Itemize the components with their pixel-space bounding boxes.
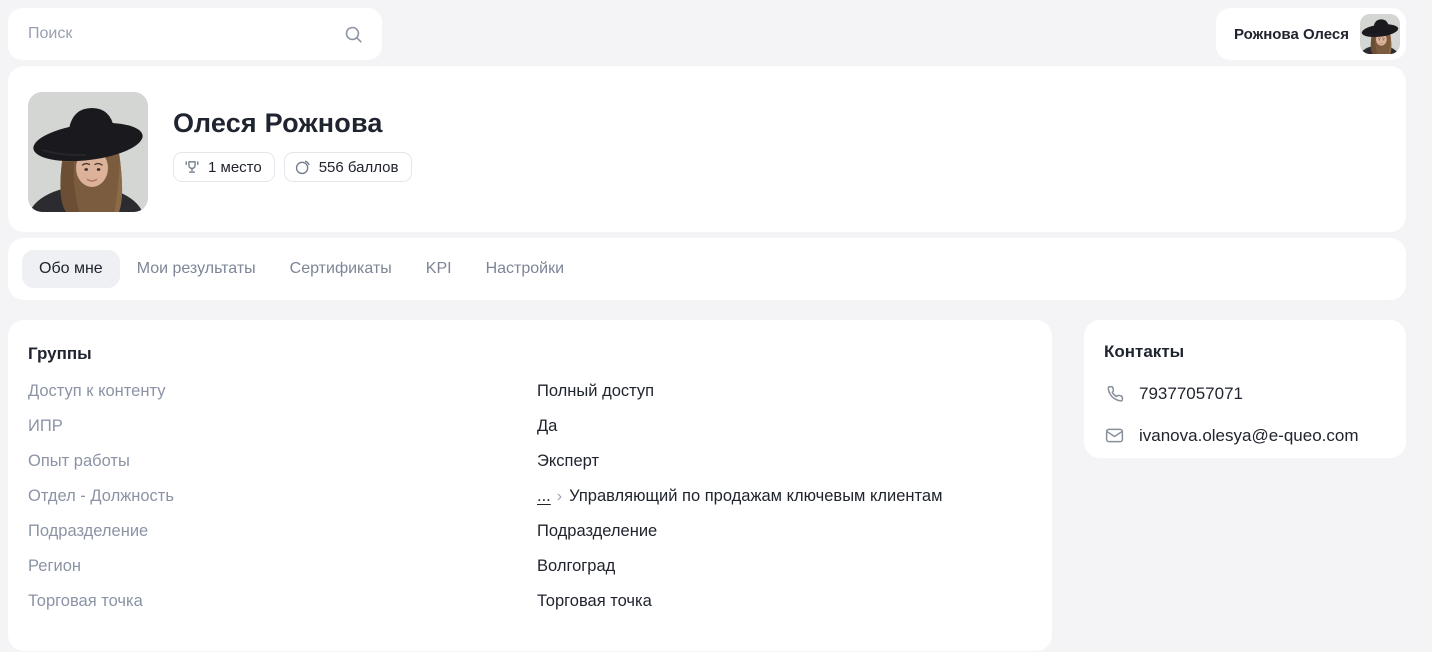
group-row-label: Регион: [28, 557, 81, 575]
tab-kpi[interactable]: KPI: [409, 250, 469, 288]
contact-phone-value: 79377057071: [1139, 383, 1244, 403]
user-avatar-small: [1360, 14, 1400, 54]
group-row-label: Подразделение: [28, 522, 149, 540]
group-row-value: Волгоград: [537, 557, 616, 575]
group-row-value: Торговая точка: [537, 592, 652, 610]
contact-email-value: ivanova.olesya@e-queo.com: [1139, 425, 1359, 445]
points-badge[interactable]: 556 баллов: [283, 152, 412, 182]
group-row-ipr: ИПР Да: [28, 411, 1032, 446]
rank-badge-label: 1 место: [208, 158, 262, 176]
group-row-label: Опыт работы: [28, 452, 130, 470]
group-row-experience: Опыт работы Эксперт: [28, 446, 1032, 481]
user-chip-name: Рожнова Олеся: [1233, 25, 1349, 43]
group-row-label: Доступ к контенту: [28, 382, 166, 400]
coin-icon: [295, 160, 310, 175]
group-row-region: Регион Волгоград: [28, 551, 1032, 586]
top-bar: Рожнова Олеся: [0, 0, 1432, 60]
tab-my-results[interactable]: Мои результаты: [120, 250, 273, 288]
group-row-value: ... › Управляющий по продажам ключевым кли…: [537, 487, 1032, 506]
group-row-subdivision: Подразделение Подразделение: [28, 516, 1032, 551]
contacts-card: Контакты 79377057071 ivanova.olesya@e-qu…: [1084, 320, 1406, 458]
group-row-value: Подразделение: [537, 522, 658, 540]
profile-header-card: Олеся Рожнова 1 место 556 баллов: [8, 66, 1406, 232]
profile-avatar: [28, 92, 148, 212]
chevron-right-icon: ›: [556, 488, 563, 505]
position-value: Управляющий по продажам ключевым клиента…: [569, 487, 943, 505]
group-row-label: Торговая точка: [28, 592, 143, 610]
groups-rows: Доступ к контенту Полный доступ ИПР Да О…: [28, 376, 1032, 621]
profile-badges: 1 место 556 баллов: [173, 152, 412, 182]
content-area: Группы Доступ к контенту Полный доступ И…: [8, 320, 1406, 651]
group-row-label: Отдел - Должность: [28, 487, 174, 505]
tab-about[interactable]: Обо мне: [22, 250, 120, 288]
search-input[interactable]: [28, 25, 343, 43]
profile-name: Олеся Рожнова: [173, 108, 383, 138]
contact-email-item: ivanova.olesya@e-queo.com: [1104, 425, 1386, 446]
group-row-value: Полный доступ: [537, 382, 655, 400]
mail-icon: [1105, 428, 1124, 443]
rank-badge[interactable]: 1 место: [173, 152, 275, 182]
trophy-icon: [185, 161, 199, 173]
tab-certificates[interactable]: Сертификаты: [273, 250, 409, 288]
group-row-department-position: Отдел - Должность ... › Управляющий по про…: [28, 481, 1032, 516]
groups-card: Группы Доступ к контенту Полный доступ И…: [8, 320, 1052, 651]
contacts-title: Контакты: [1104, 342, 1185, 361]
breadcrumb-ellipsis-link[interactable]: ...: [537, 487, 551, 505]
group-row-access: Доступ к контенту Полный доступ: [28, 376, 1032, 411]
group-row-value: Да: [537, 417, 558, 435]
points-badge-label: 556 баллов: [318, 158, 399, 176]
search-icon[interactable]: [343, 24, 364, 45]
profile-info: Олеся Рожнова 1 место 556 баллов: [173, 92, 412, 182]
group-row-label: ИПР: [28, 417, 63, 435]
groups-title: Группы: [28, 344, 92, 363]
search-box[interactable]: [8, 8, 382, 60]
group-row-sales-point: Торговая точка Торговая точка: [28, 586, 1032, 621]
contact-phone-item: 79377057071: [1104, 383, 1386, 404]
group-row-value: Эксперт: [537, 452, 599, 470]
user-menu-chip[interactable]: Рожнова Олеся: [1215, 8, 1406, 60]
profile-tabs: Обо мне Мои результаты Сертификаты KPI Н…: [8, 238, 1406, 300]
tab-settings[interactable]: Настройки: [469, 250, 581, 288]
phone-icon: [1107, 386, 1124, 402]
